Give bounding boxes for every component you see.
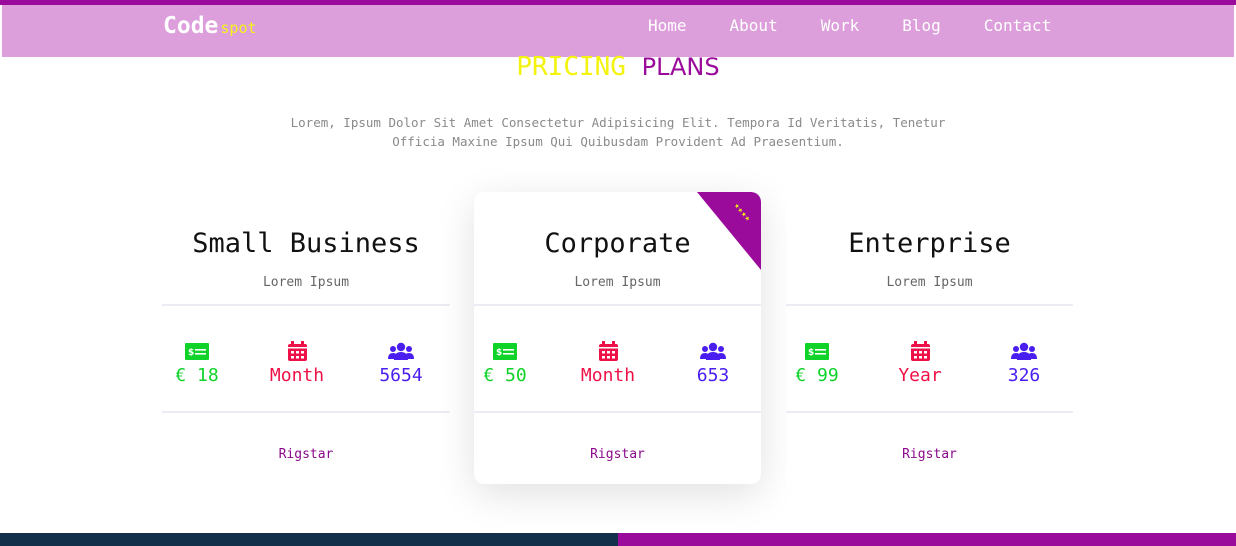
footer-band-right bbox=[618, 533, 1236, 546]
period-value: Month bbox=[580, 365, 636, 386]
description-line-2: Officia Maxine Ipsum Qui Quibusdam Provi… bbox=[392, 134, 844, 149]
pricing-card-enterprise: Enterprise Lorem Ipsum $ € 99 Year 326 R… bbox=[786, 192, 1073, 484]
calendar-icon bbox=[563, 340, 653, 362]
divider bbox=[162, 411, 450, 413]
divider bbox=[474, 304, 761, 306]
section-title-word-2: PLANS bbox=[641, 53, 720, 81]
svg-text:$: $ bbox=[808, 348, 814, 358]
price-stat: $ € 18 bbox=[152, 340, 242, 386]
price-value: € 18 bbox=[175, 365, 219, 386]
money-bill-icon: $ bbox=[474, 340, 550, 362]
svg-text:$: $ bbox=[188, 348, 194, 358]
calendar-icon bbox=[875, 340, 965, 362]
users-icon bbox=[668, 340, 758, 362]
users-value: 5654 bbox=[379, 365, 423, 386]
navbar: Code spot Home About Work Blog Contact bbox=[2, 5, 1234, 57]
users-stat: 326 bbox=[979, 340, 1069, 386]
plan-subtitle: Lorem Ipsum bbox=[262, 275, 350, 290]
nav-links: Home About Work Blog Contact bbox=[648, 16, 1051, 35]
money-bill-icon: $ bbox=[772, 340, 862, 362]
divider bbox=[474, 411, 761, 413]
nav-link-home[interactable]: Home bbox=[648, 16, 687, 35]
period-value: Year bbox=[898, 365, 942, 386]
users-icon bbox=[356, 340, 446, 362]
svg-text:$: $ bbox=[496, 348, 502, 358]
period-stat: Year bbox=[875, 340, 965, 386]
divider bbox=[162, 304, 450, 306]
register-button[interactable]: Rigstar bbox=[162, 447, 450, 462]
divider bbox=[786, 411, 1073, 413]
section-description: Lorem, Ipsum Dolor Sit Amet Consectetur … bbox=[256, 113, 980, 151]
nav-link-work[interactable]: Work bbox=[821, 16, 860, 35]
section-title-word-1: PRICING bbox=[516, 52, 626, 82]
price-stat: $ € 50 bbox=[474, 340, 550, 386]
period-stat: Month bbox=[563, 340, 653, 386]
period-stat: Month bbox=[252, 340, 342, 386]
divider bbox=[786, 304, 1073, 306]
section-title: PRICING PLANS bbox=[0, 52, 1236, 82]
register-button[interactable]: Rigstar bbox=[786, 447, 1073, 462]
nav-link-contact[interactable]: Contact bbox=[984, 16, 1051, 35]
logo[interactable]: Code spot bbox=[163, 13, 257, 43]
logo-main-text: Code bbox=[163, 13, 219, 39]
period-value: Month bbox=[269, 365, 325, 386]
users-value: 326 bbox=[1007, 365, 1041, 386]
register-button[interactable]: Rigstar bbox=[474, 447, 761, 462]
money-bill-icon: $ bbox=[152, 340, 242, 362]
users-stat: 653 bbox=[668, 340, 758, 386]
pricing-card-corporate: ★★★★ Corporate Lorem Ipsum $ € 50 Month … bbox=[474, 192, 761, 484]
pricing-card-small-business: Small Business Lorem Ipsum $ € 18 Month … bbox=[162, 192, 450, 484]
plan-subtitle: Lorem Ipsum bbox=[574, 275, 661, 290]
logo-sub-text: spot bbox=[220, 19, 257, 37]
users-value: 653 bbox=[696, 365, 730, 386]
plan-name: Enterprise bbox=[848, 228, 1011, 259]
nav-link-about[interactable]: About bbox=[730, 16, 778, 35]
plan-name: Small Business bbox=[192, 228, 420, 259]
footer-band-left bbox=[0, 533, 618, 546]
price-value: € 99 bbox=[795, 365, 839, 386]
users-stat: 5654 bbox=[356, 340, 446, 386]
plan-name: Corporate bbox=[544, 228, 691, 259]
price-value: € 50 bbox=[483, 365, 527, 386]
calendar-icon bbox=[252, 340, 342, 362]
description-line-1: Lorem, Ipsum Dolor Sit Amet Consectetur … bbox=[290, 115, 946, 130]
price-stat: $ € 99 bbox=[772, 340, 862, 386]
plan-subtitle: Lorem Ipsum bbox=[886, 275, 973, 290]
nav-link-blog[interactable]: Blog bbox=[902, 16, 941, 35]
users-icon bbox=[979, 340, 1069, 362]
